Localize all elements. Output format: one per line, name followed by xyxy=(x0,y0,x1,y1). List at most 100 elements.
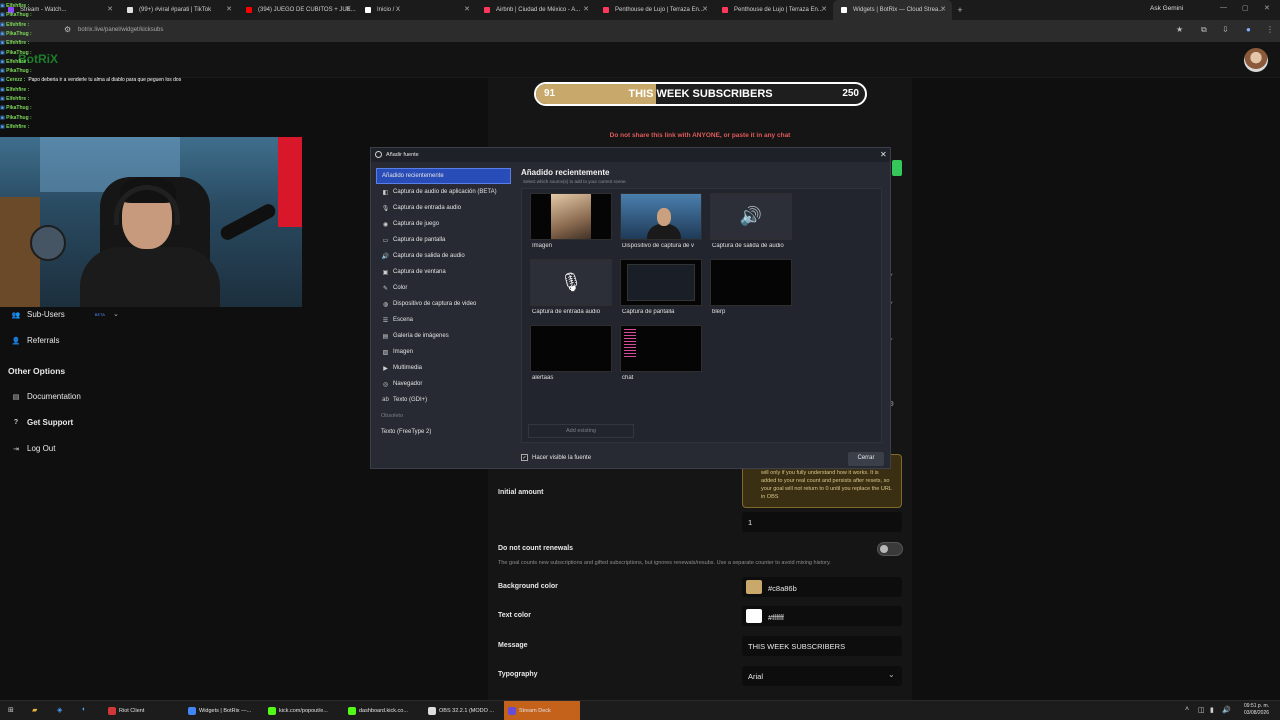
source-type-item[interactable]: ◉ Captura de juego xyxy=(376,216,511,232)
taskbar-app[interactable]: kick.com/popout/e... xyxy=(264,701,340,720)
tray-chevron-icon[interactable]: ˄ xyxy=(1185,706,1189,713)
taskbar-app[interactable]: Riot Client xyxy=(104,701,180,720)
downloads-icon[interactable]: ⇩ xyxy=(1222,25,1229,34)
recent-source-tile[interactable]: 🎙 Captura de entrada audio xyxy=(530,259,614,319)
recent-source-tile[interactable]: blerp xyxy=(710,259,794,319)
chat-message: ▣ PikaThug : xyxy=(0,68,35,74)
text-color-input[interactable] xyxy=(742,606,902,626)
extensions-icon[interactable]: ⧉ xyxy=(1201,25,1207,35)
chat-username: Elfehfire : xyxy=(6,58,30,65)
profile-icon[interactable]: ● xyxy=(1246,25,1251,34)
taskbar-app[interactable]: OBS 32.2.1 (MODO ... xyxy=(424,701,500,720)
source-type-item[interactable]: ab Texto (GDI+) xyxy=(376,392,511,408)
recent-source-tile[interactable]: Imagen xyxy=(530,193,614,253)
user-avatar[interactable] xyxy=(1244,48,1268,72)
recent-source-tile[interactable]: alertaas xyxy=(530,325,614,385)
make-visible-checkbox[interactable]: ✓ Hacer visible la fuente xyxy=(521,454,591,461)
volume-icon[interactable]: 🔊 xyxy=(1222,706,1231,714)
browser-tab[interactable]: Airbnb | Ciudad de México - A... ✕ xyxy=(476,0,595,20)
message-label: Message xyxy=(498,642,528,649)
sidebar-item-sub-users[interactable]: 👥 Sub-Users BETA xyxy=(10,310,105,319)
browser-tab[interactable]: Inicio / X ✕ xyxy=(357,0,476,20)
battery-icon[interactable]: ▮ xyxy=(1210,706,1214,714)
tab-close-icon[interactable]: ✕ xyxy=(583,5,589,13)
file-explorer-icon[interactable]: ▰ xyxy=(32,706,37,714)
chevron-down-icon[interactable]: ⌄ xyxy=(113,310,119,318)
initial-amount-input[interactable]: 1 xyxy=(742,512,902,532)
sidebar-item-get-support[interactable]: ? Get Support xyxy=(10,418,73,427)
taskbar-app[interactable]: Stream Deck xyxy=(504,701,580,720)
taskbar-clock[interactable]: 09:51 p. m. 03/08/2026 xyxy=(1244,703,1269,717)
source-type-item[interactable]: ◧ Captura de audio de aplicación (BETA) xyxy=(376,184,511,200)
tab-close-icon[interactable]: ✕ xyxy=(702,5,708,13)
browser-tab[interactable]: Penthouse de Lujo | Terraza En... ✕ xyxy=(595,0,714,20)
sidebar-item-referrals[interactable]: 👤 Referrals xyxy=(10,336,60,345)
chat-username: PikaThug : xyxy=(6,105,32,112)
chat-message: ▣ Elfehfire : xyxy=(0,87,32,93)
tab-close-icon[interactable]: ✕ xyxy=(821,5,827,13)
minimize-icon[interactable]: — xyxy=(1220,4,1227,11)
bookmark-star-icon[interactable]: ★ xyxy=(1176,25,1183,34)
tile-thumbnail xyxy=(620,193,702,240)
source-type-item[interactable]: ▨ Imagen xyxy=(376,344,511,360)
typography-select[interactable]: Arial xyxy=(742,666,902,686)
menu-icon[interactable]: ⋮ xyxy=(1266,25,1274,34)
taskbar-app[interactable]: Widgets | BotRix —... xyxy=(184,701,260,720)
close-icon[interactable]: ✕ xyxy=(880,150,887,159)
recent-source-tile[interactable]: Captura de pantalla xyxy=(620,259,704,319)
tile-thumbnail: 🎙 xyxy=(530,259,612,306)
source-type-item[interactable]: 🎙 Captura de entrada audio xyxy=(376,200,511,216)
tab-close-icon[interactable]: ✕ xyxy=(940,5,946,13)
obsolete-heading: Obsoleto xyxy=(381,413,404,419)
sidebar-item-log-out[interactable]: ⇥ Log Out xyxy=(10,444,55,453)
chat-message: ▣ Cerezz : Papo deberia ir a venderle tu … xyxy=(0,77,181,83)
taskbar-app[interactable]: dashboard.kick.co... xyxy=(344,701,420,720)
source-type-item[interactable]: 🔊 Captura de salida de audio xyxy=(376,248,511,264)
source-type-item[interactable]: ▭ Captura de pantalla xyxy=(376,232,511,248)
new-tab-button[interactable]: + xyxy=(952,5,968,15)
close-window-icon[interactable]: ✕ xyxy=(1264,4,1270,12)
source-type-item[interactable]: ✎ Color xyxy=(376,280,511,296)
screen-thumbnail xyxy=(627,264,695,301)
source-type-label: Color xyxy=(393,285,408,291)
store-icon[interactable]: ◈ xyxy=(57,706,62,714)
taskbar-app-label: OBS 32.2.1 (MODO ... xyxy=(439,708,495,714)
source-type-label: Captura de salida de audio xyxy=(393,253,465,259)
network-icon[interactable]: ◫ xyxy=(1198,706,1205,714)
sidebar-item-label: Get Support xyxy=(27,418,74,427)
background-color-label: Background color xyxy=(498,583,558,590)
renewals-toggle[interactable] xyxy=(877,542,903,556)
browser-tab[interactable]: Widgets | BotRix — Cloud Strea... ✕ xyxy=(833,0,952,20)
text-color-swatch[interactable] xyxy=(746,609,762,623)
source-type-item[interactable]: ☰ Escena xyxy=(376,312,511,328)
tab-close-icon[interactable]: ✕ xyxy=(345,5,351,13)
browser-tab[interactable]: Penthouse de Lujo | Terraza En... ✕ xyxy=(714,0,833,20)
maximize-icon[interactable]: ▢ xyxy=(1242,4,1249,12)
screen: Stream - Watch... ✕ (99+) #viral #parati |… xyxy=(0,0,1280,720)
source-type-item[interactable]: ▤ Galería de imágenes xyxy=(376,328,511,344)
checkbox-checked-icon[interactable]: ✓ xyxy=(521,454,528,461)
source-type-item[interactable]: ◎ Navegador xyxy=(376,376,511,392)
sidebar-item-documentation[interactable]: ▤ Documentation xyxy=(10,392,81,401)
source-type-item[interactable]: ▶ Multimedia xyxy=(376,360,511,376)
source-type-item[interactable]: Texto (FreeType 2) xyxy=(376,424,511,440)
recent-source-tile[interactable]: 🔊 Captura de salida de audio xyxy=(710,193,794,253)
ask-gemini-button[interactable]: Ask Gemini xyxy=(1150,5,1183,12)
add-existing-button[interactable]: Add existing xyxy=(528,424,634,438)
edge-icon[interactable]: ◐ xyxy=(82,706,86,713)
browser-tab[interactable]: (394) JUEGO DE CUBITOS + JUE... ✕ xyxy=(238,0,357,20)
close-button[interactable]: Cerrar xyxy=(848,452,884,466)
source-type-item[interactable]: ▣ Captura de ventana xyxy=(376,264,511,280)
message-input[interactable]: THIS WEEK SUBSCRIBERS xyxy=(742,636,902,656)
windows-start-icon[interactable]: ⊞ xyxy=(8,706,14,714)
recent-source-tile[interactable]: Dispositivo de captura de v xyxy=(620,193,704,253)
microphone-icon: 🎙 xyxy=(559,272,583,292)
source-type-item[interactable]: Añadido recientemente xyxy=(376,168,511,184)
sidebar-item-label: Referrals xyxy=(27,336,60,345)
recent-source-tile[interactable]: chat xyxy=(620,325,704,385)
background-color-swatch[interactable] xyxy=(746,580,762,594)
background-color-input[interactable] xyxy=(742,577,902,597)
copy-link-button[interactable] xyxy=(892,160,902,176)
source-type-item[interactable]: ◍ Dispositivo de captura de video xyxy=(376,296,511,312)
tab-close-icon[interactable]: ✕ xyxy=(464,5,470,13)
